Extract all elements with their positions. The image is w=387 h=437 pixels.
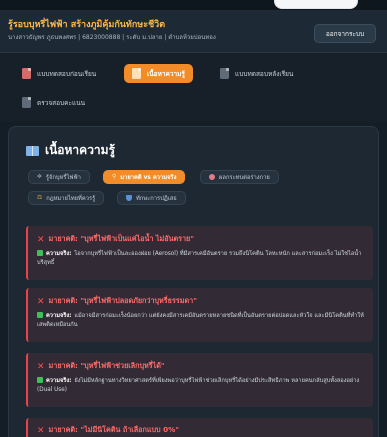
fact-label: ความจริง: (46, 378, 72, 384)
nav-posttest[interactable]: แบบทดสอบหลังเรียน (212, 64, 301, 83)
fact-label: ความจริง: (46, 251, 72, 257)
myth-text: มายาคติ: "บุหรี่ไฟฟ้าช่วยเลิกบุหรี่ได้" (48, 361, 165, 370)
search-icon: ⚲ (112, 174, 117, 180)
check-icon (37, 250, 43, 256)
document-icon (22, 97, 31, 108)
fact-text: ความจริง: ยังไม่มีหลักฐานทางวิทยาศาสตร์ที… (37, 377, 367, 395)
subtab-refusal-label: ทักษะการปฏิเสธ (136, 196, 177, 202)
check-icon (37, 377, 43, 383)
lungs-icon (209, 174, 215, 180)
logout-button[interactable]: ออกจากระบบ (314, 24, 376, 43)
myth-card: ✕ มายาคติ: "บุหรี่ไฟฟ้าเป็นแค่ไอน้ำ ไม่อ… (26, 226, 373, 280)
fact-body: ยังไม่มีหลักฐานทางวิทยาศาสตร์ที่เพียงพอว… (37, 378, 360, 393)
nav-posttest-label: แบบทดสอบหลังเรียน (235, 69, 294, 78)
subtab-myths[interactable]: ⚲ มายาคติ vs ความจริง (103, 170, 186, 184)
document-icon (220, 68, 229, 79)
myth-title: ✕ มายาคติ: "ไม่มีนิโคติน ถ้าเลือกแบบ 0%" (37, 425, 179, 436)
myth-card: ✕ มายาคติ: "ไม่มีนิโคติน ถ้าเลือกแบบ 0%" (26, 418, 373, 437)
subtab-myths-label: มายาคติ vs ความจริง (120, 175, 177, 181)
subtab-effects-label: ผลกระทบต่อร่างกาย (219, 175, 270, 181)
section-title: เนื้อหาความรู้ (26, 141, 115, 160)
fact-body: ไอจากบุหรี่ไฟฟ้าเป็นละอองฝอย (Aerosol) ท… (37, 251, 362, 266)
gear-icon: ✲ (37, 174, 42, 180)
subtab-law-label: กฎหมายไทยที่ควรรู้ (46, 196, 96, 202)
myth-text: มายาคติ: "ไม่มีนิโคติน ถ้าเลือกแบบ 0%" (48, 425, 180, 434)
check-icon (37, 312, 43, 318)
myth-title: ✕ มายาคติ: "บุหรี่ไฟฟ้าเป็นแค่ไอน้ำ ไม่อ… (37, 234, 194, 245)
browser-top-strip (0, 0, 387, 10)
cross-icon: ✕ (37, 361, 45, 372)
myth-card: ✕ มายาคติ: "บุหรี่ไฟฟ้าช่วยเลิกบุหรี่ได้… (26, 353, 373, 407)
cross-icon: ✕ (37, 425, 45, 436)
app-title: รู้รอบบุหรี่ไฟฟ้า สร้างภูมิคุ้มกันทักษะช… (8, 20, 166, 30)
app-header: รู้รอบบุหรี่ไฟฟ้า สร้างภูมิคุ้มกันทักษะช… (0, 10, 387, 53)
user-info: นางสาวธัญพร ภูธนพงศพร | 6823000888 | ระด… (8, 34, 216, 41)
subtab-about[interactable]: ✲ รู้จักบุหรี่ไฟฟ้า (28, 170, 90, 184)
fact-text: ความจริง: ไอจากบุหรี่ไฟฟ้าเป็นละอองฝอย (A… (37, 250, 367, 268)
myth-text: มายาคติ: "บุหรี่ไฟฟ้าเป็นแค่ไอน้ำ ไม่อัน… (48, 234, 195, 243)
book-icon (26, 145, 39, 156)
subtab-refusal[interactable]: ทักษะการปฏิเสธ (117, 191, 186, 205)
document-icon (132, 68, 141, 79)
top-pill-tab (274, 0, 358, 9)
subtab-law[interactable]: ⚖ กฎหมายไทยที่ควรรู้ (28, 191, 105, 205)
scales-icon: ⚖ (37, 195, 43, 201)
myth-title: ✕ มายาคติ: "บุหรี่ไฟฟ้าช่วยเลิกบุหรี่ได้… (37, 361, 165, 372)
shield-icon (126, 195, 132, 201)
fact-text: ความจริง: แม้อาจมีสารก่อมะเร็งน้อยกว่า แต… (37, 312, 367, 330)
myth-title: ✕ มายาคติ: "บุหรี่ไฟฟ้าปลอดภัยกว่าบุหรี่… (37, 296, 197, 307)
fact-label: ความจริง: (46, 313, 72, 319)
cross-icon: ✕ (37, 296, 45, 307)
document-icon (22, 68, 31, 79)
subtab-effects[interactable]: ผลกระทบต่อร่างกาย (200, 170, 279, 184)
section-title-text: เนื้อหาความรู้ (45, 143, 116, 157)
nav-content-label: เนื้อหาความรู้ (147, 69, 185, 78)
fact-body: แม้อาจมีสารก่อมะเร็งน้อยกว่า แต่ยังคงมีส… (37, 313, 364, 328)
nav-content[interactable]: เนื้อหาความรู้ (124, 64, 193, 83)
nav-score[interactable]: ตรวจสอบคะแนน (14, 93, 93, 112)
subtab-about-label: รู้จักบุหรี่ไฟฟ้า (45, 175, 81, 181)
cross-icon: ✕ (37, 234, 45, 245)
myth-card: ✕ มายาคติ: "บุหรี่ไฟฟ้าปลอดภัยกว่าบุหรี่… (26, 288, 373, 342)
myth-text: มายาคติ: "บุหรี่ไฟฟ้าปลอดภัยกว่าบุหรี่ธร… (48, 296, 197, 305)
nav-score-label: ตรวจสอบคะแนน (37, 98, 86, 107)
nav-pretest[interactable]: แบบทดสอบก่อนเรียน (14, 64, 104, 83)
nav-pretest-label: แบบทดสอบก่อนเรียน (37, 69, 97, 78)
main-nav: แบบทดสอบก่อนเรียน เนื้อหาความรู้ แบบทดสอ… (0, 54, 387, 122)
